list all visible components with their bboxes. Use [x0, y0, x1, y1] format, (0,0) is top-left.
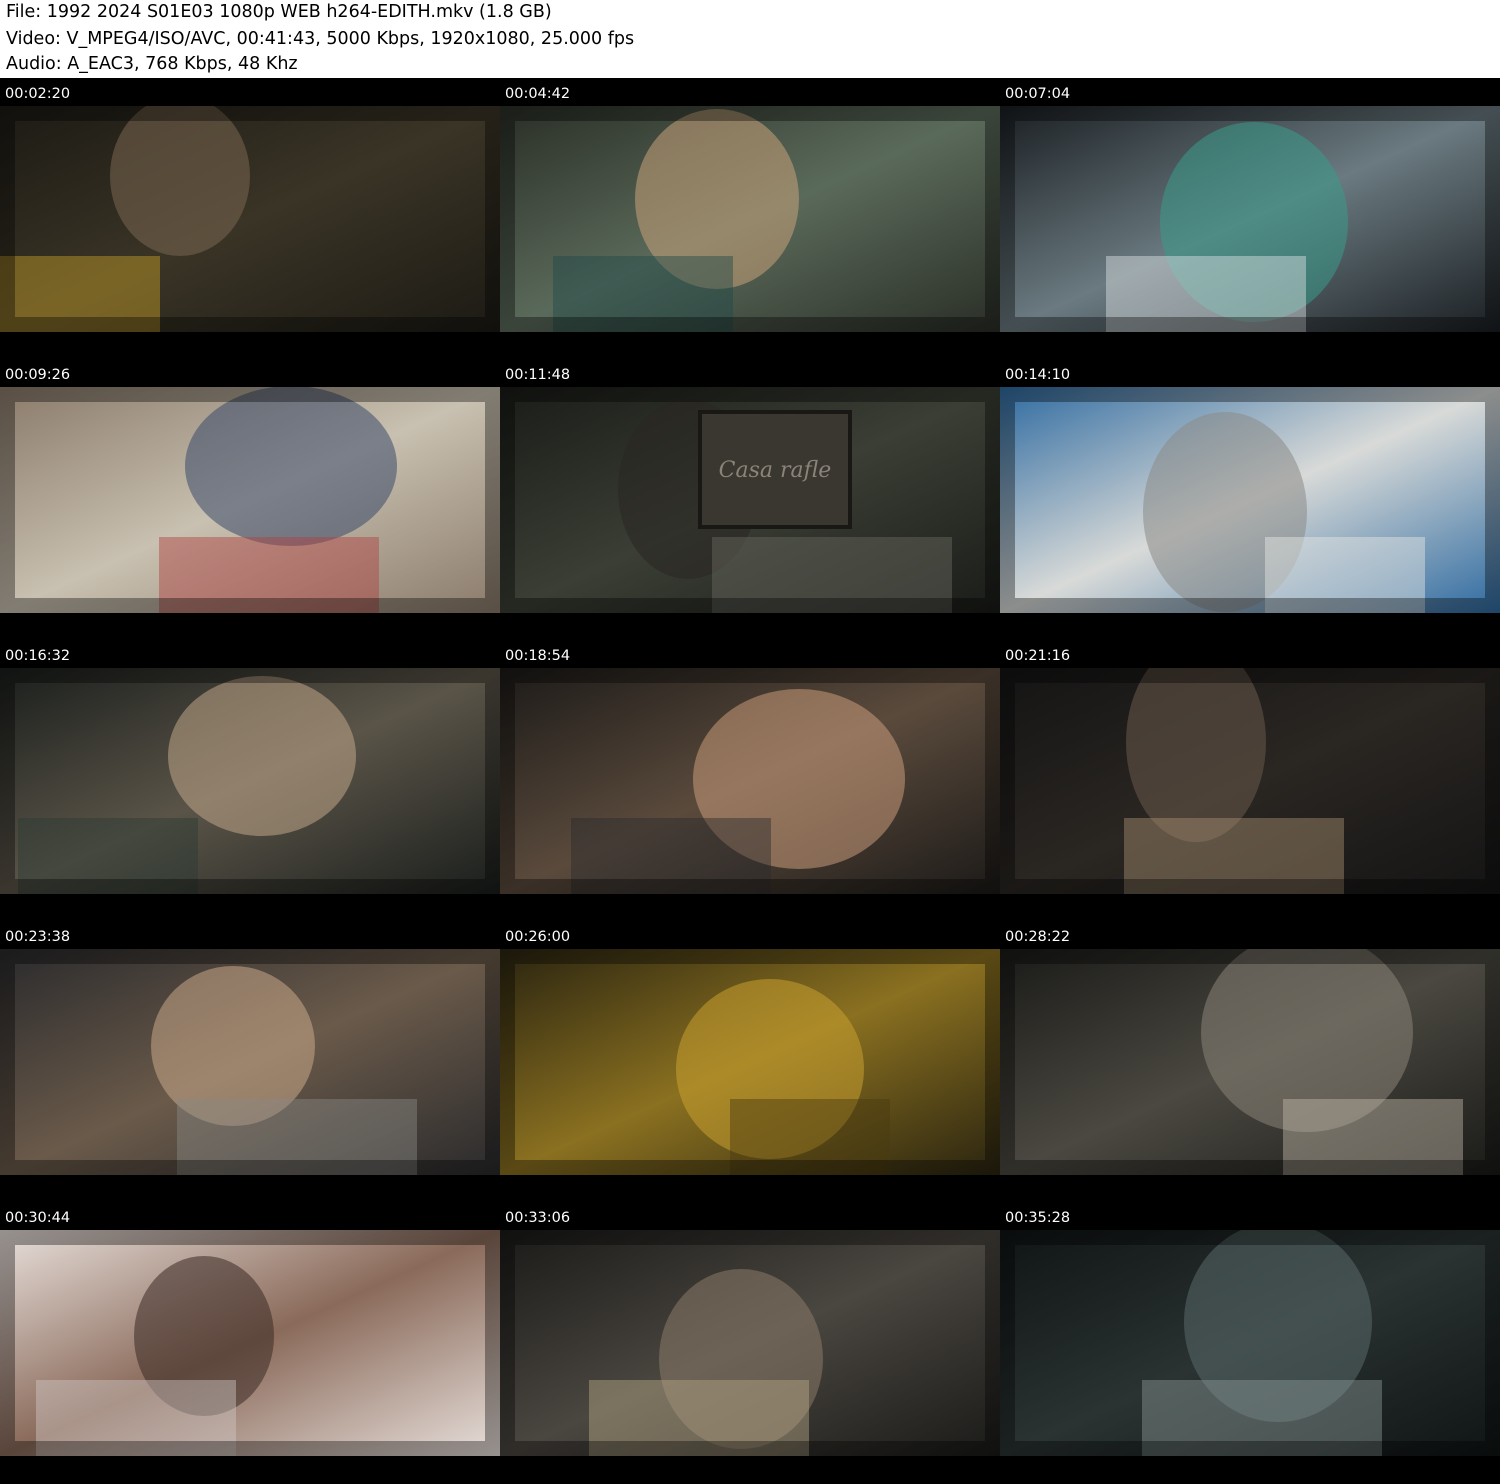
- video-frame-yellow-hand-close-up: [500, 949, 1000, 1175]
- video-frame-expo-sphere-workers: [1000, 387, 1500, 613]
- info-header: File: 1992 2024 S01E03 1080p WEB h264-ED…: [0, 0, 1500, 78]
- thumbnail-cell[interactable]: 00:11:48 Casa rafle: [500, 360, 1000, 641]
- timestamp-label: 00:30:44: [5, 1210, 71, 1226]
- video-frame-man-gesturing-bar: [0, 949, 500, 1175]
- thumbnail-cell[interactable]: 00:07:04: [1000, 79, 1500, 360]
- video-frame-overhead-archive-room: [1000, 1230, 1500, 1456]
- timestamp-label: 00:11:48: [505, 367, 571, 383]
- timestamp-label: 00:16:32: [5, 648, 71, 664]
- video-info: Video: V_MPEG4/ISO/AVC, 00:41:43, 5000 K…: [6, 29, 635, 49]
- thumbnail-cell[interactable]: 00:33:06: [500, 1203, 1000, 1484]
- timestamp-label: 00:23:38: [5, 929, 71, 945]
- thumbnail-cell[interactable]: 00:02:20: [0, 79, 500, 360]
- thumbnail-cell[interactable]: 00:16:32: [0, 641, 500, 922]
- timestamp-label: 00:09:26: [5, 367, 71, 383]
- sign-text: Casa rafle: [719, 458, 832, 483]
- thumbnail-cell[interactable]: 00:35:28: [1000, 1203, 1500, 1484]
- timestamp-label: 00:18:54: [505, 648, 571, 664]
- timestamp-label: 00:21:16: [1005, 648, 1071, 664]
- video-frame-woman-drinking: [0, 668, 500, 894]
- timestamp-label: 00:07:04: [1005, 86, 1071, 102]
- timestamp-label: 00:28:22: [1005, 929, 1071, 945]
- thumbnail-cell[interactable]: 00:21:16: [1000, 641, 1500, 922]
- timestamp-label: 00:14:10: [1005, 367, 1071, 383]
- timestamp-label: 00:33:06: [505, 1210, 571, 1226]
- audio-info: Audio: A_EAC3, 768 Kbps, 48 Khz: [6, 54, 298, 74]
- video-frame-hospital-corridor-plant: [1000, 106, 1500, 332]
- video-frame-man-close-up-dark: [0, 106, 500, 332]
- timestamp-label: 00:02:20: [5, 86, 71, 102]
- file-info: File: 1992 2024 S01E03 1080p WEB h264-ED…: [6, 2, 552, 22]
- thumbnail-cell[interactable]: 00:18:54: [500, 641, 1000, 922]
- thumbnail-cell[interactable]: 00:26:00: [500, 922, 1000, 1203]
- timestamp-label: 00:35:28: [1005, 1210, 1071, 1226]
- video-frame-young-man-under-bridge: [500, 106, 1000, 332]
- timestamp-label: 00:26:00: [505, 929, 571, 945]
- thumbnail-cell[interactable]: 00:09:26: [0, 360, 500, 641]
- thumbnail-cell[interactable]: 00:04:42: [500, 79, 1000, 360]
- thumbnail-cell[interactable]: 00:14:10: [1000, 360, 1500, 641]
- timestamp-label: 00:04:42: [505, 86, 571, 102]
- video-frame-casa-sign-foliage: Casa rafle: [500, 387, 1000, 613]
- video-frame-bearded-man-window: [0, 1230, 500, 1456]
- video-frame-man-in-suit-toast: [500, 668, 1000, 894]
- video-frame-archive-shelves-man: [500, 1230, 1000, 1456]
- thumbnail-cell[interactable]: 00:30:44: [0, 1203, 500, 1484]
- thumbnail-cell[interactable]: 00:28:22: [1000, 922, 1500, 1203]
- video-frame-street-cafe: [0, 387, 500, 613]
- video-frame-steam-pipes-bucket: [1000, 949, 1500, 1175]
- thumbnail-cell[interactable]: 00:23:38: [0, 922, 500, 1203]
- video-frame-night-street-phone: [1000, 668, 1500, 894]
